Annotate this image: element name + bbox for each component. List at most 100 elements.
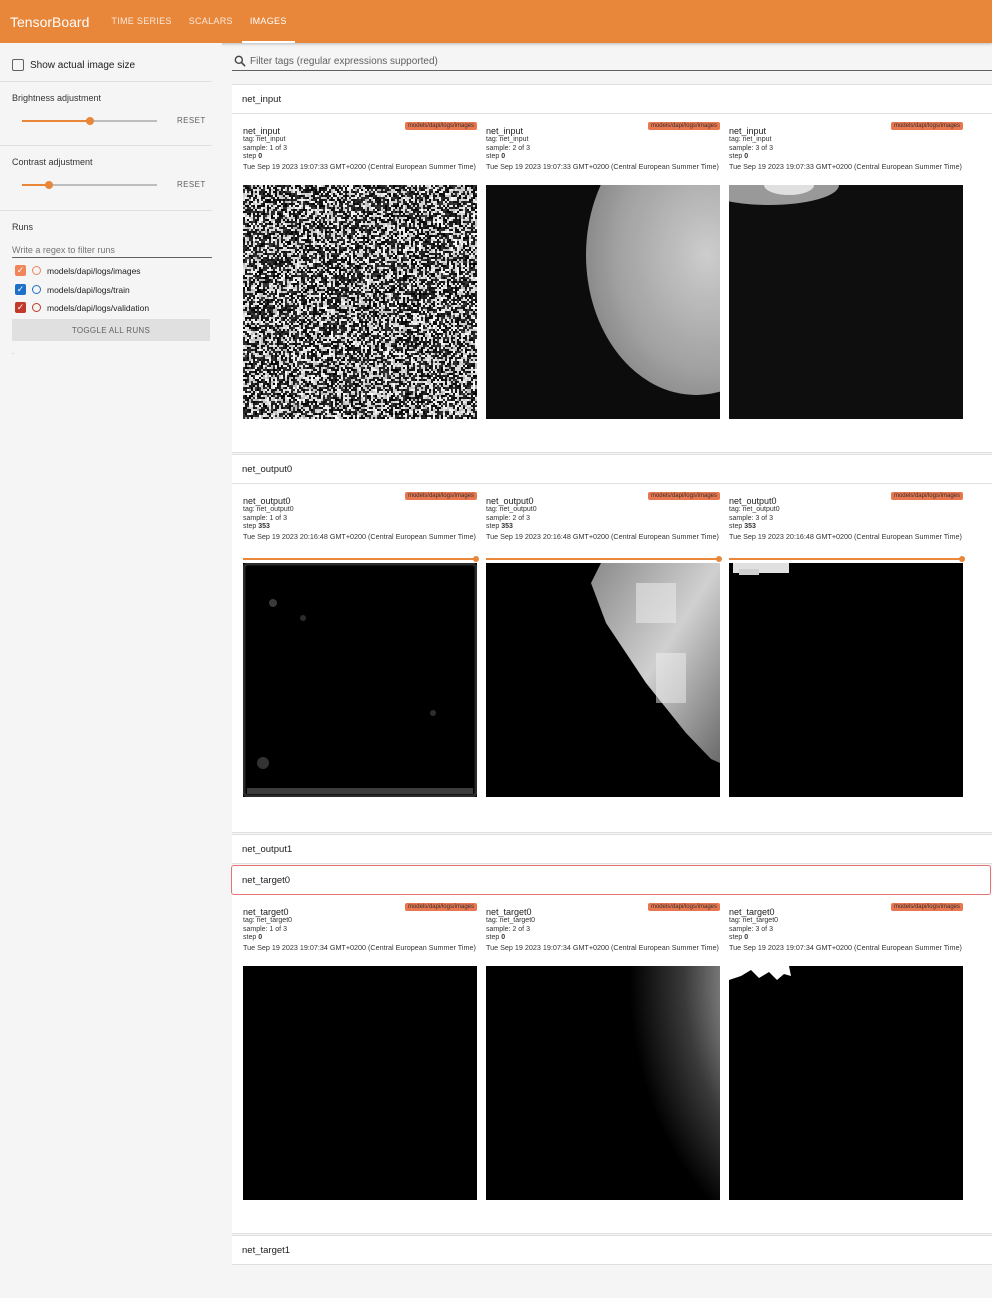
tag-group-header[interactable]: net_target0	[231, 865, 991, 895]
runs-filter-input[interactable]	[12, 239, 212, 258]
image-card-sample: sample: 3 of 3	[729, 144, 773, 152]
image-preview[interactable]	[243, 563, 477, 797]
image-preview[interactable]	[243, 966, 477, 1200]
top-app-bar: TensorBoard TIME SERIES SCALARS IMAGES	[0, 0, 992, 43]
image-preview[interactable]	[486, 563, 720, 797]
step-slider-thumb[interactable]	[716, 556, 722, 562]
image-card-timestamp: Tue Sep 19 2023 20:16:48 GMT+0200 (Centr…	[729, 532, 962, 541]
image-card-sample: sample: 1 of 3	[243, 514, 287, 522]
run-badge: models/dapi/logs/images	[647, 903, 720, 911]
runs-label: Runs	[12, 222, 34, 232]
tab-scalars[interactable]: SCALARS	[189, 0, 233, 43]
step-slider-track	[243, 558, 477, 560]
image-preview[interactable]	[486, 185, 720, 419]
app-title[interactable]: TensorBoard	[10, 14, 89, 30]
image-card-timestamp: Tue Sep 19 2023 20:16:48 GMT+0200 (Centr…	[486, 532, 719, 541]
slider-fill	[22, 120, 90, 122]
run-item-images[interactable]: ✓ models/dapi/logs/images	[15, 265, 141, 276]
image-card-tag: tag: net_input	[243, 136, 286, 143]
run-name: models/dapi/logs/validation	[47, 302, 150, 313]
run-badge: models/dapi/logs/images	[890, 492, 963, 500]
run-checkbox[interactable]: ✓	[15, 265, 26, 276]
run-name: models/dapi/logs/train	[47, 284, 130, 295]
image-card-tag: tag: net_target0	[243, 917, 293, 924]
image-card-sample: sample: 3 of 3	[729, 925, 773, 933]
image-card-tag: tag: net_input	[486, 136, 529, 143]
step-slider-track	[729, 558, 963, 560]
run-badge: models/dapi/logs/images	[404, 122, 477, 130]
step-slider-track	[486, 558, 720, 560]
tag-group-body: net_target0 models/dapi/logs/images tag: n…	[232, 895, 992, 1234]
image-card-title: net_target0	[486, 907, 532, 917]
show-actual-size-toggle[interactable]: Show actual image size	[12, 59, 135, 71]
divider	[0, 210, 212, 211]
image-card-sample: sample: 3 of 3	[729, 514, 773, 522]
image-card-step: step 0	[486, 153, 506, 160]
run-badge: models/dapi/logs/images	[647, 492, 720, 500]
run-checkbox[interactable]: ✓	[15, 302, 26, 313]
run-checkbox[interactable]: ✓	[15, 284, 26, 295]
tag-filter[interactable]	[232, 52, 992, 71]
run-badge: models/dapi/logs/images	[890, 903, 963, 911]
image-card-sample: sample: 2 of 3	[486, 925, 530, 933]
image-card-tag: tag: net_output0	[486, 506, 537, 513]
sidebar: Show actual image size Brightness adjust…	[0, 43, 222, 1298]
run-badge: models/dapi/logs/images	[404, 903, 477, 911]
image-card-step: step 353	[486, 523, 513, 530]
image-card-timestamp: Tue Sep 19 2023 19:07:33 GMT+0200 (Centr…	[486, 162, 719, 171]
run-color-ring[interactable]	[32, 285, 41, 294]
step-slider-thumb[interactable]	[959, 556, 965, 562]
tag-group-header[interactable]: net_input	[232, 84, 992, 114]
image-card-step: step 0	[729, 153, 749, 160]
tag-group-body: net_output0 models/dapi/logs/images tag: n…	[232, 484, 992, 833]
image-card-title: net_output0	[486, 496, 534, 506]
image-card-step: step 0	[243, 934, 263, 941]
tab-images[interactable]: IMAGES	[241, 0, 295, 43]
image-card-step: step 353	[729, 523, 756, 530]
tag-filter-input[interactable]	[250, 55, 970, 67]
show-actual-size-checkbox[interactable]	[12, 59, 24, 71]
step-slider[interactable]	[729, 556, 965, 562]
contrast-slider[interactable]	[22, 179, 157, 191]
step-slider[interactable]	[243, 556, 479, 562]
tag-group-header[interactable]: net_output1	[232, 834, 992, 864]
image-card-tag: tag: net_target0	[486, 917, 536, 924]
tab-time-series[interactable]: TIME SERIES	[111, 0, 171, 43]
search-icon	[234, 55, 246, 67]
image-card-title: net_input	[486, 126, 524, 136]
image-preview[interactable]	[729, 563, 963, 797]
image-card-sample: sample: 2 of 3	[486, 514, 530, 522]
tag-group-body: net_input models/dapi/logs/images tag: net…	[232, 114, 992, 453]
image-card-timestamp: Tue Sep 19 2023 19:07:34 GMT+0200 (Centr…	[486, 943, 719, 952]
image-card-timestamp: Tue Sep 19 2023 19:07:33 GMT+0200 (Centr…	[729, 162, 962, 171]
footer-mark: .	[12, 347, 15, 356]
image-card-step: step 0	[729, 934, 749, 941]
image-preview[interactable]	[243, 185, 477, 419]
contrast-reset-button[interactable]: RESET	[177, 180, 206, 189]
slider-thumb[interactable]	[85, 117, 94, 125]
image-preview[interactable]	[486, 966, 720, 1200]
run-item-validation[interactable]: ✓ models/dapi/logs/validation	[15, 302, 149, 313]
brightness-slider[interactable]	[22, 115, 157, 127]
slider-thumb[interactable]	[45, 181, 53, 189]
toggle-all-runs-button[interactable]: TOGGLE ALL RUNS	[12, 319, 210, 341]
run-item-train[interactable]: ✓ models/dapi/logs/train	[15, 284, 130, 295]
run-color-ring[interactable]	[32, 303, 41, 312]
image-preview[interactable]	[729, 185, 963, 419]
brightness-reset-button[interactable]: RESET	[177, 116, 206, 125]
run-badge: models/dapi/logs/images	[404, 492, 477, 500]
tag-group-header[interactable]: net_target1	[232, 1235, 992, 1265]
run-badge: models/dapi/logs/images	[890, 122, 963, 130]
step-slider[interactable]	[486, 556, 722, 562]
divider	[0, 145, 212, 146]
image-card-tag: tag: net_input	[729, 136, 772, 143]
show-actual-size-label: Show actual image size	[30, 59, 136, 71]
run-name: models/dapi/logs/images	[47, 265, 141, 276]
image-preview[interactable]	[729, 966, 963, 1200]
divider	[0, 81, 212, 82]
tag-group-header[interactable]: net_output0	[232, 454, 992, 484]
run-color-ring[interactable]	[32, 266, 41, 275]
image-card-sample: sample: 1 of 3	[243, 144, 287, 152]
image-card-title: net_target0	[729, 907, 775, 917]
step-slider-thumb[interactable]	[473, 556, 479, 562]
